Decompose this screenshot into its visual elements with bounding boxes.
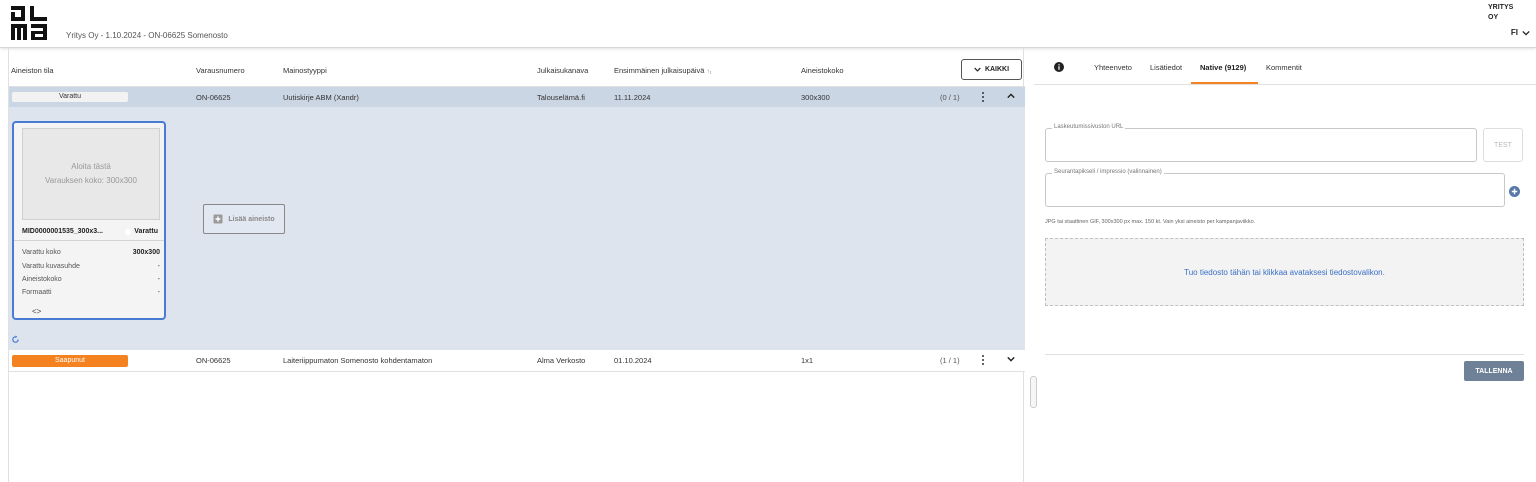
- preview-start-text: Aloita tästä: [71, 162, 111, 171]
- sort-indicator: ↑₁: [706, 69, 712, 75]
- add-material-button[interactable]: Lisää aineisto: [203, 204, 285, 234]
- first-date: 01.10.2024: [614, 356, 652, 365]
- test-button[interactable]: TEST: [1483, 128, 1523, 162]
- tab-native[interactable]: Native (9129): [1200, 63, 1246, 72]
- field-reserved-size: Varattu koko 300x300: [22, 249, 160, 256]
- panel-divider: [1045, 354, 1524, 355]
- tab-summary[interactable]: Yhteenveto: [1094, 63, 1132, 72]
- add-circle-icon[interactable]: [1509, 186, 1520, 197]
- tracking-pixel-label: Seurantapikseli / impressio (valinnainen…: [1052, 169, 1164, 175]
- material-size: 300x300: [801, 93, 830, 102]
- filter-all-button[interactable]: KAIKKI: [961, 59, 1022, 80]
- row-expanded-panel: Aloita tästä Varauksen koko: 300x300 MID…: [9, 107, 1025, 350]
- active-tab-indicator: [1191, 82, 1258, 84]
- preview-size-text: Varauksen koko: 300x300: [45, 176, 137, 185]
- detail-panel: Yhteenveto Lisätiedot Native (9129) Komm…: [1034, 48, 1536, 482]
- landing-url-label: Laskeutumissivuston URL: [1052, 124, 1126, 130]
- company-name[interactable]: YRITYS OY: [1488, 3, 1518, 23]
- header-channel[interactable]: Julkaisukanava: [537, 66, 588, 75]
- field-value: 300x300: [132, 249, 160, 256]
- tab-comments[interactable]: Kommentit: [1266, 63, 1302, 72]
- materials-table: Aineiston tila Varausnumero Mainostyyppi…: [8, 48, 1025, 482]
- code-nav-icon[interactable]: <>: [32, 307, 41, 316]
- field-value: -: [157, 263, 160, 270]
- status-badge: Saapunut: [12, 355, 128, 367]
- reservation-number: ON-06625: [196, 356, 231, 365]
- header-reservation[interactable]: Varausnumero: [196, 66, 245, 75]
- tracking-pixel-field[interactable]: Seurantapikseli / impressio (valinnainen…: [1045, 169, 1505, 207]
- header-status[interactable]: Aineiston tila: [11, 66, 54, 75]
- header-size[interactable]: Aineistokoko: [801, 66, 844, 75]
- add-material-label: Lisää aineisto: [228, 215, 275, 223]
- status-dot-icon: [125, 228, 132, 235]
- field-material-size: Aineistokoko -: [22, 276, 160, 283]
- alma-logo[interactable]: [11, 6, 47, 40]
- first-date: 11.11.2024: [614, 93, 651, 102]
- material-count: (1 / 1): [940, 356, 960, 365]
- channel: Talouselämä.fi: [537, 93, 585, 102]
- chevron-down-icon: [974, 67, 981, 72]
- field-label: Varattu koko: [22, 249, 61, 256]
- header-first-date[interactable]: Ensimmäinen julkaisupäivä ↑₁: [614, 66, 712, 75]
- field-value: -: [157, 289, 160, 296]
- more-options-icon[interactable]: [978, 354, 988, 366]
- alma-logo-icon: [11, 6, 47, 40]
- save-button[interactable]: TALLENNA: [1464, 361, 1524, 381]
- material-card[interactable]: Aloita tästä Varauksen koko: 300x300 MID…: [12, 121, 166, 320]
- material-preview[interactable]: Aloita tästä Varauksen koko: 300x300: [22, 128, 160, 220]
- dropzone-text: Tuo tiedosto tähän tai klikkaa avatakses…: [1184, 267, 1385, 277]
- header-ad-type[interactable]: Mainostyyppi: [283, 66, 327, 75]
- material-status-label: Varattu: [134, 228, 158, 235]
- info-icon[interactable]: [1054, 62, 1064, 72]
- field-aspect-ratio: Varattu kuvasuhde -: [22, 263, 160, 270]
- chevron-up-icon[interactable]: [1007, 92, 1015, 100]
- material-size: 1x1: [801, 356, 814, 365]
- language-label: FI: [1510, 28, 1518, 37]
- field-format: Formaatti -: [22, 289, 160, 296]
- table-row[interactable]: Saapunut ON-06625 Laiteriippumaton Somen…: [9, 350, 1025, 372]
- landing-url-field[interactable]: Laskeutumissivuston URL: [1045, 124, 1477, 162]
- field-label: Formaatti: [22, 289, 52, 296]
- field-label: Varattu kuvasuhde: [22, 263, 80, 270]
- status-badge: Varattu: [12, 92, 128, 102]
- table-row[interactable]: Varattu ON-06625 Uutiskirje ABM (Xandr) …: [9, 87, 1025, 107]
- tab-additional-info[interactable]: Lisätiedot: [1150, 63, 1182, 72]
- file-dropzone[interactable]: Tuo tiedosto tähän tai klikkaa avatakses…: [1045, 238, 1524, 306]
- detail-tabs: Yhteenveto Lisätiedot Native (9129) Komm…: [1034, 48, 1536, 85]
- card-divider: [14, 240, 164, 241]
- chevron-down-icon[interactable]: [1007, 355, 1015, 363]
- page-subtitle: Yritys Oy - 1.10.2024 - ON-06625 Somenos…: [66, 31, 228, 40]
- more-options-icon[interactable]: [978, 91, 988, 103]
- header-first-date-label: Ensimmäinen julkaisupäivä: [614, 66, 705, 75]
- field-value: -: [157, 276, 160, 283]
- material-count: (0 / 1): [940, 93, 960, 102]
- upload-hint: JPG tai staattinen GIF, 300x300 px max. …: [1045, 219, 1256, 225]
- add-box-icon: [213, 214, 223, 224]
- material-name: MID0000001535_300x3...: [22, 228, 103, 235]
- reservation-number: ON-06625: [196, 93, 231, 102]
- field-label: Aineistokoko: [22, 276, 62, 283]
- app-header: Yritys Oy - 1.10.2024 - ON-06625 Somenos…: [0, 0, 1536, 48]
- channel: Alma Verkosto: [537, 356, 586, 365]
- language-selector[interactable]: FI: [1511, 28, 1530, 37]
- filter-all-label: KAIKKI: [984, 66, 1010, 73]
- chevron-down-icon: [1522, 30, 1530, 36]
- refresh-icon[interactable]: [11, 335, 20, 344]
- ad-type: Laiteriippumaton Somenosto kohdentamaton: [283, 356, 433, 365]
- ad-type: Uutiskirje ABM (Xandr): [283, 93, 359, 102]
- material-status: Varattu: [125, 228, 158, 235]
